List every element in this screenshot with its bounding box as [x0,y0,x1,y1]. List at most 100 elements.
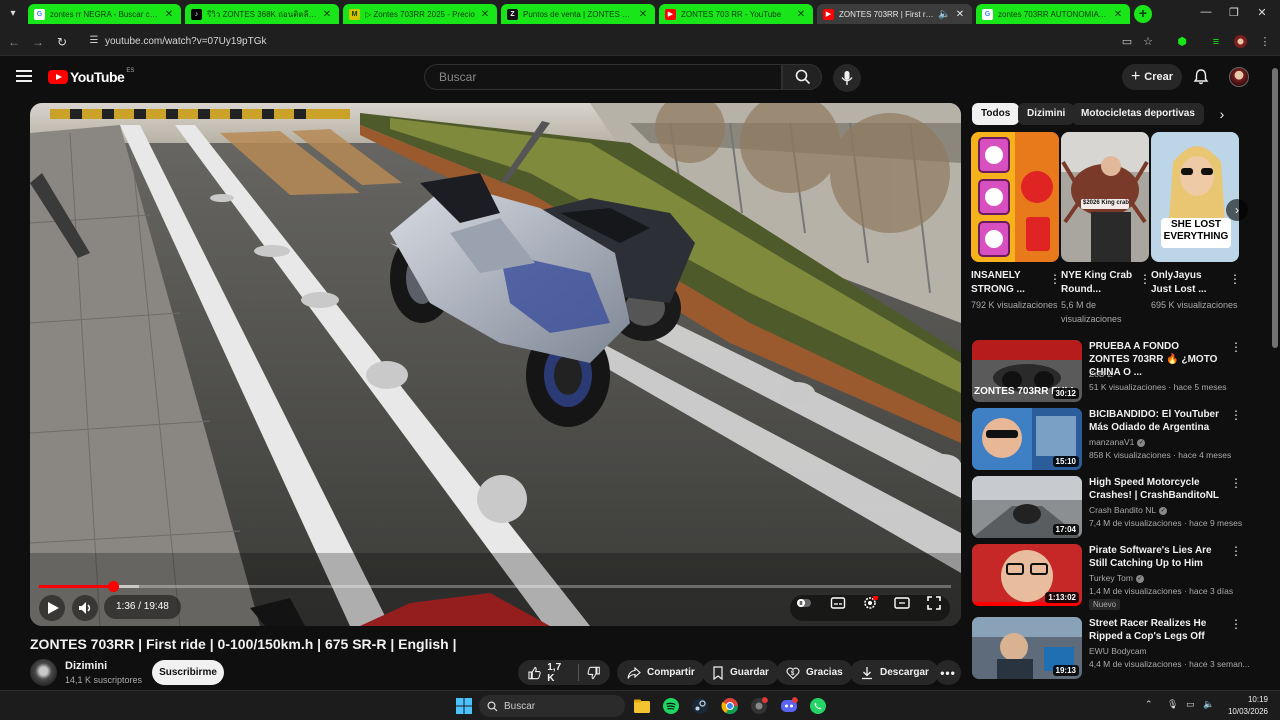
tiktok-icon: ♪ [191,8,202,20]
notifications-bell-icon[interactable] [1192,68,1210,86]
profile-icon[interactable] [1234,35,1248,49]
address-bar[interactable]: ☰ youtube.com/watch?v=07Uy19pTGk [80,31,1170,53]
browser-tab[interactable]: Z Puntos de venta | ZONTES ESPAÑA ✕ [501,4,655,24]
more-actions-button[interactable]: ••• [935,660,961,685]
like-count[interactable]: 1,7 K [547,662,570,684]
spotify-icon[interactable] [662,697,680,715]
youtube-play-icon [48,70,68,84]
thumbs-up-icon[interactable] [528,666,541,680]
short-item[interactable]: SHE LOST EVERYTHING OnlyJayus Just Lost … [1151,132,1241,312]
discord-icon[interactable] [780,697,798,715]
voice-search-button[interactable] [833,64,861,92]
short-menu-icon[interactable]: ⋮ [1049,272,1061,286]
browser-tab[interactable]: M ▷ Zontes 703RR 2025 - Precio ✕ [343,4,497,24]
chips-next-chevron-icon[interactable]: › [1212,106,1232,122]
fullscreen-icon[interactable] [926,595,942,611]
close-tab-icon[interactable]: ✕ [163,9,175,20]
microphone-tray-icon[interactable]: 🎙 [1167,699,1178,710]
restore-icon[interactable]: ❐ [1224,6,1244,19]
thanks-button[interactable]: $ Gracias [776,660,853,685]
cast-icon[interactable]: ▭ [1120,35,1134,49]
close-tab-icon[interactable]: ✕ [637,9,649,20]
browser-tab[interactable]: ♪ รีวิว ZONTES 368K ถ่อนติดลีย์ไซ้ดี้ | … [185,4,339,24]
search-button[interactable] [782,64,822,90]
share-button[interactable]: Compartir [617,660,705,685]
short-menu-icon[interactable]: ⋮ [1139,272,1151,286]
recommended-video[interactable]: ZONTES 703RR FULL 30:12 PRUEBA A FONDO Z… [972,340,1242,404]
theater-mode-icon[interactable] [894,595,910,611]
video-menu-icon[interactable]: ⋮ [1230,617,1242,631]
close-tab-icon[interactable]: ✕ [321,9,333,20]
hamburger-menu-icon[interactable] [16,70,32,82]
site-info-icon[interactable]: ☰ [87,35,101,49]
page-scrollbar[interactable] [1270,56,1280,690]
new-tab-button[interactable]: + [1134,5,1152,23]
chip-dizimini[interactable]: Dizimini [1018,103,1075,125]
close-tab-icon[interactable]: ✕ [479,9,491,20]
user-avatar[interactable] [1229,67,1249,87]
mute-tab-icon[interactable]: 🔈 [938,9,950,20]
search-input[interactable] [425,65,781,89]
short-item[interactable]: $2026 King crab NYE King Crab Round... 5… [1061,132,1151,326]
download-button[interactable]: Descargar [850,660,939,685]
bookmark-icon [713,665,723,680]
short-item[interactable]: INSANELY STRONG ... 792 K visualizacione… [971,132,1061,312]
chrome-icon[interactable] [721,697,739,715]
recommended-video[interactable]: 17:04 High Speed Motorcycle Crashes! | C… [972,476,1242,540]
chip-todos[interactable]: Todos [972,103,1020,125]
taskbar-search[interactable]: Buscar [479,695,625,717]
settings-gear-icon[interactable] [862,595,878,611]
tray-chevron-icon[interactable]: ⌃ [1145,699,1153,710]
bookmark-star-icon[interactable]: ☆ [1141,35,1155,49]
windows-start-icon[interactable] [455,697,473,715]
channel-avatar[interactable] [30,659,57,686]
browser-tab-active[interactable]: ▶ ZONTES 703RR | First ride | 0-100/150k… [817,4,972,24]
close-window-icon[interactable]: ✕ [1252,6,1272,19]
steam-icon[interactable] [691,697,709,715]
close-tab-icon[interactable]: ✕ [1112,9,1124,20]
file-explorer-icon[interactable] [633,697,651,715]
volume-button[interactable] [72,595,98,621]
close-tab-icon[interactable]: ✕ [795,9,807,20]
close-tab-icon[interactable]: ✕ [954,9,966,20]
chrome-profile-icon[interactable] [750,697,768,715]
thumbs-down-icon[interactable] [587,666,600,680]
video-menu-icon[interactable]: ⋮ [1230,544,1242,558]
short-menu-icon[interactable]: ⋮ [1229,272,1241,286]
browser-tab[interactable]: G zontes rr NEGRA - Buscar con Google ✕ [28,4,181,24]
browser-tab[interactable]: ▶ ZONTES 703 RR - YouTube ✕ [659,4,813,24]
recommended-video[interactable]: 15:10 BICIBANDIDO: El YouTuber Más Odiad… [972,408,1242,472]
play-button[interactable] [39,595,65,621]
autoplay-toggle-icon[interactable] [796,595,812,611]
video-player[interactable]: 1:36 / 19:48 [30,103,961,626]
recommended-video[interactable]: 19:13 Street Racer Realizes He Ripped a … [972,617,1250,681]
channel-name[interactable]: Dizimini [65,660,107,672]
volume-tray-icon[interactable]: 🔈 [1203,699,1214,710]
save-button[interactable]: Guardar [702,660,779,685]
create-button[interactable]: + Crear [1122,64,1182,90]
chip-motocicletas-deportivas[interactable]: Motocicletas deportivas [1072,103,1204,125]
video-menu-icon[interactable]: ⋮ [1230,408,1242,422]
back-icon[interactable]: ← [6,34,22,50]
youtube-logo[interactable]: YouTube ES [48,68,134,85]
whatsapp-icon[interactable] [809,697,827,715]
subscribe-button[interactable]: Suscribirme [152,660,224,685]
minimize-icon[interactable]: — [1196,6,1216,18]
subtitles-icon[interactable] [830,595,846,611]
browser-menu-icon[interactable]: ⋮ [1258,35,1272,49]
reading-list-icon[interactable]: ≡ [1209,35,1223,49]
shorts-next-chevron-icon[interactable]: › [1226,199,1248,221]
video-menu-icon[interactable]: ⋮ [1230,340,1242,354]
taskbar-clock[interactable]: 10:19 10/03/2026 [1222,694,1268,718]
extensions-icon[interactable]: ⬢ [1175,35,1189,49]
video-menu-icon[interactable]: ⋮ [1230,476,1242,490]
forward-icon[interactable]: → [30,34,46,50]
reload-icon[interactable]: ↻ [54,34,70,50]
scrollbar-thumb[interactable] [1272,68,1278,348]
tab-search-icon[interactable]: ▾ [4,5,22,23]
recommended-video[interactable]: 1:13:02 Pirate Software's Lies Are Still… [972,544,1242,614]
progress-bar[interactable] [39,581,951,592]
network-icon[interactable]: ▭ [1186,699,1195,710]
browser-tab[interactable]: G zontes 703RR AUTONOMIA - Buscar con Go… [976,4,1130,24]
scrubber-handle[interactable] [107,581,119,592]
